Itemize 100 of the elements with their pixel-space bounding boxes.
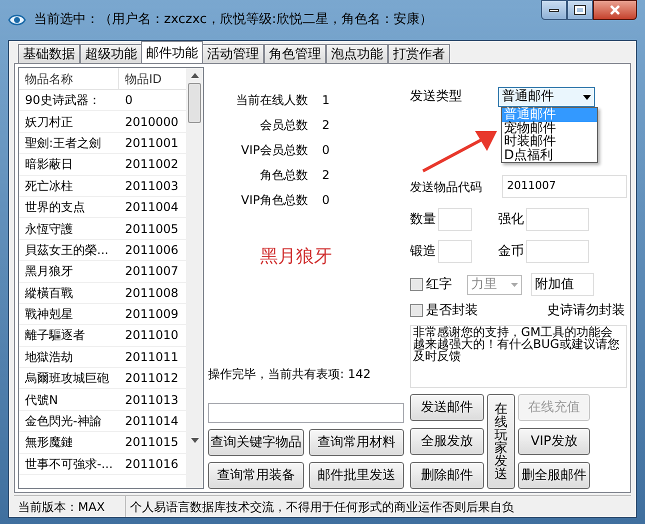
stat-label: 会员总数 xyxy=(259,117,308,134)
close-icon xyxy=(609,5,621,15)
query-button[interactable]: 邮件批里发送 xyxy=(308,462,404,489)
tab[interactable]: 基础数据 xyxy=(18,44,80,63)
scroll-thumb[interactable] xyxy=(188,83,201,123)
status-bar-text: 当前版本：MAX xyxy=(14,496,126,517)
dropdown-option[interactable]: 宠物邮件 xyxy=(502,122,597,135)
table-cell-text: 0 xyxy=(124,92,134,110)
tab[interactable]: 活动管理 xyxy=(202,44,264,63)
keyword-field[interactable] xyxy=(208,403,404,423)
mail-button[interactable]: 发送邮件 xyxy=(410,394,484,421)
table-cell-text: 世事不可強求-... xyxy=(24,456,114,473)
table-cell-text: 2011004 xyxy=(124,199,180,216)
table-cell-text: 2011012 xyxy=(124,370,180,388)
tab[interactable]: 超级功能 xyxy=(80,44,142,63)
table-cell-text: 戰神剋星 xyxy=(24,306,74,324)
field-label: 金币 xyxy=(497,242,525,261)
query-button[interactable]: 查询常用装备 xyxy=(208,462,304,489)
table-cell-text: 2011011 xyxy=(124,348,180,366)
table-cell-text: 貝茲女王的榮... xyxy=(24,242,110,259)
table-cell-text: 代號N xyxy=(24,392,59,409)
table-cell-text: 暗影蔽日 xyxy=(24,156,74,174)
maximize-button[interactable] xyxy=(567,0,593,20)
side-button[interactable]: 删全服邮件 xyxy=(518,462,590,489)
online-send-button[interactable]: 在线玩家发送 xyxy=(487,394,515,489)
query-button[interactable]: 查询关键字物品 xyxy=(208,429,304,456)
table-cell-text: 2011003 xyxy=(124,178,180,195)
dropdown-option[interactable]: 时装邮件 xyxy=(502,135,597,148)
table-cell-text: 2011013 xyxy=(124,392,180,409)
stat-value: 0 xyxy=(322,142,330,159)
scrollbar[interactable] xyxy=(186,68,203,488)
tab[interactable]: 角色管理 xyxy=(264,44,326,63)
sealed-label: 是否封装 xyxy=(426,302,478,320)
tab[interactable]: 邮件功能 xyxy=(141,41,203,63)
item-code-label: 发送物品代码 xyxy=(410,178,482,196)
mail-button[interactable]: 全服发放 xyxy=(410,428,484,455)
table-cell-text: 2011005 xyxy=(124,220,180,238)
window-title: 当前选中：（用户名：zxczxc，欣悦等级:欣悦二星，角色名：安康） xyxy=(34,11,432,30)
minimize-button[interactable] xyxy=(541,0,567,20)
table-cell-text: 聖劍:王者之劍 xyxy=(24,134,102,152)
table-cell-text: 黑月狼牙 xyxy=(24,263,74,280)
table-cell-text: 2011014 xyxy=(124,413,180,430)
checkbox[interactable] xyxy=(410,278,423,291)
number-field[interactable] xyxy=(526,208,589,231)
table-cell-text: 金色閃光-神諭 xyxy=(24,413,102,430)
tab[interactable]: 泡点功能 xyxy=(326,44,388,63)
table-cell-text: 死亡冰柱 xyxy=(24,178,74,195)
number-field[interactable] xyxy=(438,208,472,231)
table-cell-text: 縱橫百戰 xyxy=(24,284,74,302)
stat-label: 当前在线人数 xyxy=(235,92,308,109)
status-message: 操作完毕，当前共有表项: 142 xyxy=(208,366,372,383)
status-bar-text: 个人易语言数据库技术交流，不得用于任何形式的商业运作否则后果自负 xyxy=(129,498,515,516)
caret-icon xyxy=(583,94,591,100)
table-cell-text: 2011016 xyxy=(124,456,180,473)
column-header[interactable]: 物品名称 xyxy=(19,68,119,89)
mail-button[interactable]: 删除邮件 xyxy=(410,462,484,489)
item-code-field[interactable]: 2011007 xyxy=(502,175,627,198)
table-cell-text: 2011010 xyxy=(124,327,180,344)
number-field[interactable] xyxy=(526,240,589,263)
table-cell-text: 無形魔鏈 xyxy=(24,434,74,452)
table-cell-text: 2011001 xyxy=(124,134,180,152)
app-icon xyxy=(8,12,26,28)
close-button[interactable] xyxy=(593,0,637,20)
table-cell-text: 永恆守護 xyxy=(24,220,74,238)
send-type-dropdown[interactable]: 普通邮件 xyxy=(498,87,595,107)
stat-value: 1 xyxy=(322,92,330,109)
side-button[interactable]: VIP发放 xyxy=(518,428,590,455)
table-cell-text: 2011006 xyxy=(124,242,180,259)
column-header[interactable]: 物品ID xyxy=(119,68,186,89)
stat-label: VIP会员总数 xyxy=(240,142,308,159)
table-cell-text: 2010000 xyxy=(124,114,180,131)
table-cell-text: 妖刀村正 xyxy=(24,114,74,131)
query-button[interactable]: 查询常用材料 xyxy=(308,429,404,456)
dropdown-option[interactable]: D点福利 xyxy=(502,148,597,162)
number-field[interactable] xyxy=(438,240,472,263)
tab[interactable]: 打赏作者 xyxy=(388,44,450,63)
table-cell-text: 世界的支点 xyxy=(24,199,86,216)
stat-value: 0 xyxy=(322,192,330,209)
message-area[interactable]: 非常感谢您的支持，GM工具的功能会越来越强大的！有什么BUG或建议请您及时反馈 xyxy=(410,324,627,388)
scroll-up-icon[interactable] xyxy=(190,73,198,78)
checkbox[interactable] xyxy=(410,304,423,318)
stat-label: 角色总数 xyxy=(259,167,308,184)
field-label: 锻造 xyxy=(410,242,437,261)
stat-value: 2 xyxy=(322,167,330,184)
table-cell-text: 離子驅逐者 xyxy=(24,327,86,344)
table-cell-text: 2011009 xyxy=(124,306,180,324)
stat-value: 2 xyxy=(322,117,330,134)
table-cell-text: 2011015 xyxy=(124,434,180,452)
table-cell-text: 烏爾班攻城巨砲 xyxy=(24,370,110,388)
stat-label: VIP角色总数 xyxy=(240,192,308,209)
bonus-field[interactable]: 附加值 xyxy=(531,273,594,296)
table-cell-text: 地獄浩劫 xyxy=(24,348,74,366)
send-type-label: 发送类型 xyxy=(410,88,463,106)
table-cell-text: 2011008 xyxy=(124,284,180,302)
scroll-down-icon[interactable] xyxy=(190,438,198,443)
table-cell-text: 2011002 xyxy=(124,156,180,174)
field-label: 数量 xyxy=(410,210,437,229)
item-name: 黑月狼牙 xyxy=(260,245,332,269)
highlight-label: 红字 xyxy=(426,276,452,294)
table-cell-text: 2011007 xyxy=(124,263,180,280)
